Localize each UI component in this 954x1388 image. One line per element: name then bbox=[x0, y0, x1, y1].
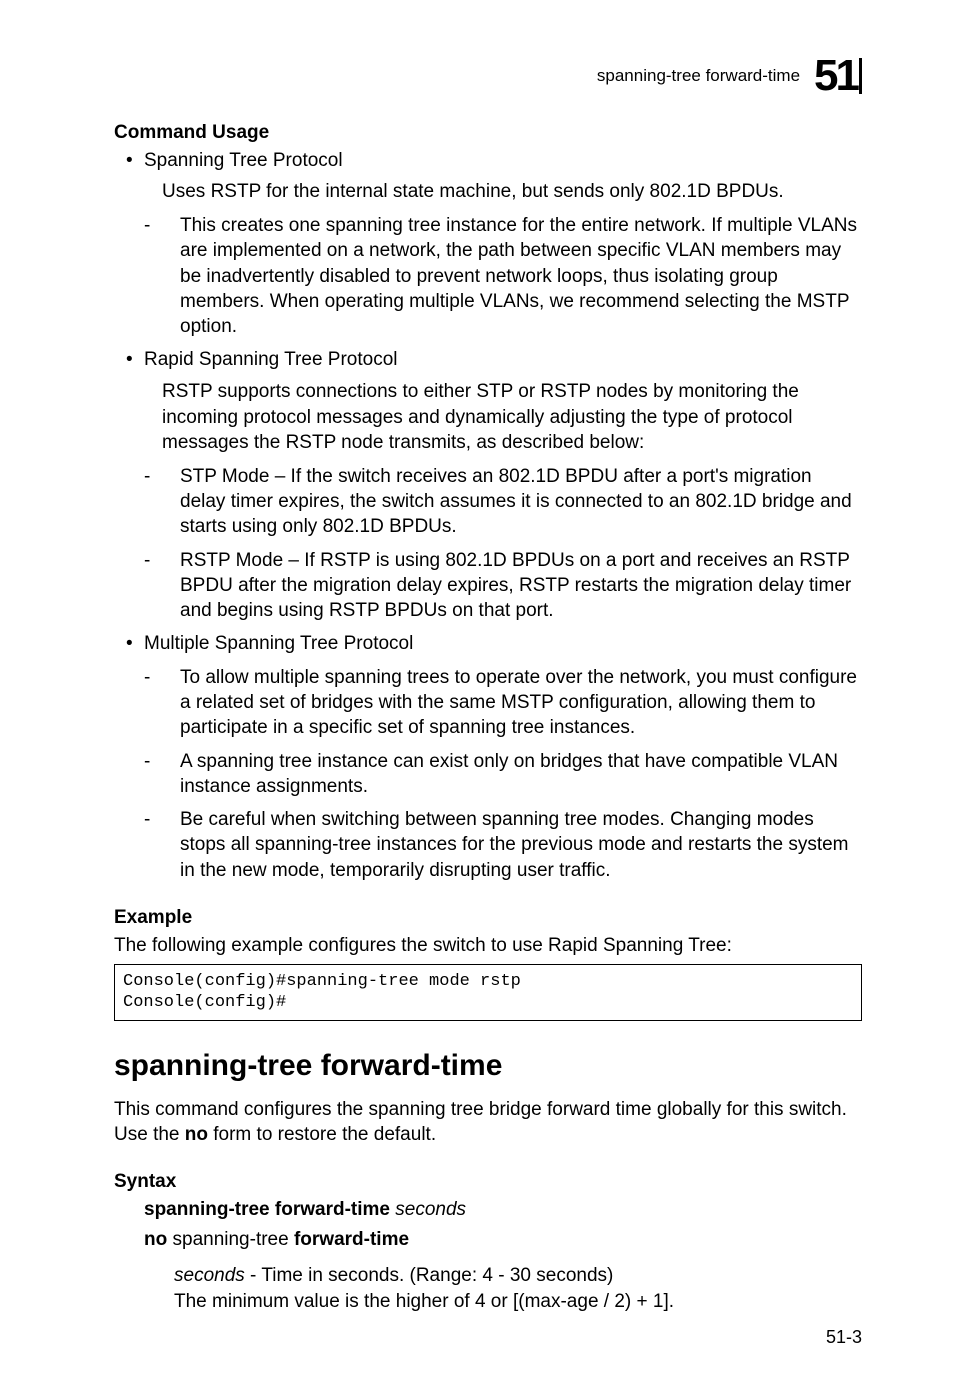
usage-sub-item: -A spanning tree instance can exist only… bbox=[180, 749, 862, 800]
chapter-badge: 51 bbox=[814, 54, 862, 98]
param-line2: The minimum value is the higher of 4 or … bbox=[174, 1291, 674, 1312]
usage-sub-text: RSTP Mode – If RSTP is using 802.1D BPDU… bbox=[180, 550, 851, 622]
usage-sub-item: -STP Mode – If the switch receives an 80… bbox=[180, 464, 862, 540]
syntax-line-1: spanning-tree forward-time seconds bbox=[144, 1197, 862, 1223]
bullet-icon: • bbox=[126, 347, 144, 372]
syntax-param: seconds - Time in seconds. (Range: 4 - 3… bbox=[174, 1263, 862, 1315]
dash-icon: - bbox=[162, 807, 180, 832]
command-usage-heading: Command Usage bbox=[114, 122, 862, 144]
usage-item-label: Rapid Spanning Tree Protocol bbox=[144, 349, 398, 370]
usage-sub-text: This creates one spanning tree instance … bbox=[180, 215, 857, 337]
usage-sub-text: STP Mode – If the switch receives an 802… bbox=[180, 466, 852, 538]
syntax-arg: seconds bbox=[395, 1199, 466, 1220]
dash-icon: - bbox=[162, 548, 180, 573]
usage-sub-text: Be careful when switching between spanni… bbox=[180, 809, 849, 881]
syntax-line-2: no spanning-tree forward-time bbox=[144, 1227, 862, 1253]
example-heading: Example bbox=[114, 907, 862, 929]
dash-icon: - bbox=[162, 213, 180, 238]
usage-sub-item: -RSTP Mode – If RSTP is using 802.1D BPD… bbox=[180, 548, 862, 624]
bullet-icon: • bbox=[126, 148, 144, 173]
dash-icon: - bbox=[162, 464, 180, 489]
chapter-tick-icon bbox=[859, 58, 862, 94]
param-name: seconds bbox=[174, 1265, 245, 1286]
section-intro-bold: no bbox=[185, 1124, 208, 1145]
usage-sub-text: A spanning tree instance can exist only … bbox=[180, 751, 838, 797]
syntax-cmd2: forward-time bbox=[294, 1229, 409, 1250]
dash-icon: - bbox=[162, 749, 180, 774]
page-number: 51-3 bbox=[826, 1327, 862, 1348]
usage-item: •Spanning Tree Protocol bbox=[144, 148, 862, 173]
usage-sub-item: -This creates one spanning tree instance… bbox=[180, 213, 862, 339]
usage-item-desc: RSTP supports connections to either STP … bbox=[162, 379, 862, 456]
section-title: spanning-tree forward-time bbox=[114, 1049, 862, 1083]
bullet-icon: • bbox=[126, 631, 144, 656]
usage-sub-item: -Be careful when switching between spann… bbox=[180, 807, 862, 883]
usage-sub-text: To allow multiple spanning trees to oper… bbox=[180, 667, 857, 739]
dash-icon: - bbox=[162, 665, 180, 690]
syntax-no: no bbox=[144, 1229, 167, 1250]
section-intro: This command configures the spanning tre… bbox=[114, 1097, 862, 1148]
running-head: spanning-tree forward-time 51 bbox=[114, 54, 862, 98]
syntax-cmd: spanning-tree forward-time bbox=[144, 1199, 390, 1220]
example-code: Console(config)#spanning-tree mode rstp … bbox=[114, 964, 862, 1021]
usage-item-label: Multiple Spanning Tree Protocol bbox=[144, 633, 413, 654]
running-head-text: spanning-tree forward-time bbox=[597, 66, 800, 86]
param-desc: - Time in seconds. (Range: 4 - 30 second… bbox=[245, 1265, 614, 1286]
usage-sub-item: -To allow multiple spanning trees to ope… bbox=[180, 665, 862, 741]
chapter-number: 51 bbox=[814, 54, 857, 98]
usage-item-desc: Uses RSTP for the internal state machine… bbox=[162, 179, 862, 205]
section-intro-post: form to restore the default. bbox=[208, 1124, 436, 1145]
usage-item: •Multiple Spanning Tree Protocol bbox=[144, 631, 862, 656]
syntax-plain: spanning-tree bbox=[167, 1229, 294, 1250]
example-lead: The following example configures the swi… bbox=[114, 933, 862, 958]
syntax-heading: Syntax bbox=[114, 1171, 862, 1193]
usage-item-label: Spanning Tree Protocol bbox=[144, 150, 343, 171]
usage-item: •Rapid Spanning Tree Protocol bbox=[144, 347, 862, 372]
